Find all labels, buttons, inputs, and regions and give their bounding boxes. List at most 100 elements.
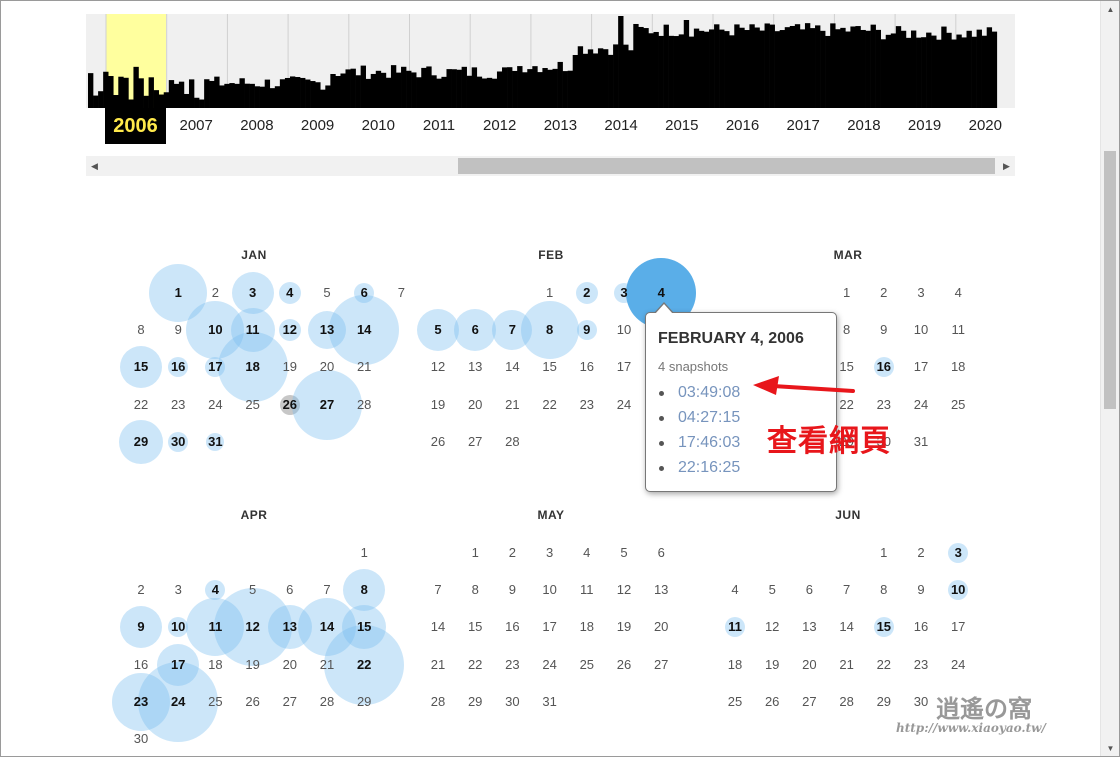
year-label-partial[interactable]: 5: [86, 108, 95, 144]
day-with-snapshot[interactable]: 11: [234, 320, 271, 340]
snapshot-link[interactable]: 22:16:25: [678, 459, 740, 476]
day-with-snapshot[interactable]: 2: [568, 283, 605, 303]
year-2011[interactable]: 2011: [409, 108, 470, 144]
capture-bar: [173, 83, 180, 108]
day-with-snapshot[interactable]: 8: [346, 580, 383, 600]
timeline-scrollbar[interactable]: ◀ ▶: [86, 156, 1015, 176]
year-2006[interactable]: 2006: [105, 108, 166, 144]
day-with-snapshot[interactable]: 11: [717, 617, 754, 637]
day-cell: 30: [505, 693, 520, 709]
day-with-snapshot[interactable]: 4: [271, 283, 308, 303]
day-with-snapshot[interactable]: 11: [197, 617, 234, 637]
snapshot-link[interactable]: 04:27:15: [678, 409, 740, 426]
day-with-snapshot[interactable]: 12: [234, 617, 271, 637]
capture-bar: [971, 36, 977, 108]
day-with-snapshot[interactable]: 22: [346, 655, 383, 675]
capture-bar: [572, 54, 579, 108]
snapshot-link[interactable]: 03:49:08: [678, 384, 740, 401]
capture-bar: [587, 49, 594, 108]
year-2009[interactable]: 2009: [287, 108, 348, 144]
day-with-snapshot[interactable]: 26: [271, 395, 308, 415]
day-with-snapshot[interactable]: 16: [865, 357, 902, 377]
capture-bar: [900, 30, 907, 108]
day-with-snapshot[interactable]: 5: [420, 320, 457, 340]
day-with-snapshot[interactable]: 30: [160, 432, 197, 452]
day-with-snapshot[interactable]: 6: [457, 320, 494, 340]
day-with-snapshot[interactable]: 1: [160, 283, 197, 303]
day-with-snapshot[interactable]: 14: [309, 617, 346, 637]
day-with-snapshot[interactable]: 10: [160, 617, 197, 637]
year-2008[interactable]: 2008: [226, 108, 287, 144]
day-with-snapshot[interactable]: 10: [940, 580, 977, 600]
day-with-snapshot[interactable]: 23: [123, 692, 160, 712]
scroll-left-arrow-icon[interactable]: ◀: [86, 156, 103, 176]
year-2020[interactable]: 2020: [955, 108, 1015, 144]
capture-bar: [133, 66, 139, 108]
day-with-snapshot[interactable]: 16: [160, 357, 197, 377]
capture-bar: [380, 72, 387, 108]
day-with-snapshot[interactable]: 15: [123, 357, 160, 377]
day-with-snapshot[interactable]: 17: [197, 357, 234, 377]
day-with-snapshot[interactable]: 10: [197, 320, 234, 340]
capture-bar: [698, 30, 705, 108]
bullet-icon: [659, 466, 664, 471]
day-cell: 28: [319, 693, 335, 709]
annotation-text: 查看網頁: [767, 425, 891, 458]
day-with-snapshot[interactable]: 31: [197, 432, 234, 452]
day-with-snapshot[interactable]: 12: [271, 320, 308, 340]
day-cell: 22: [467, 656, 483, 672]
year-2018[interactable]: 2018: [833, 108, 894, 144]
year-2014[interactable]: 2014: [591, 108, 652, 144]
scroll-right-arrow-icon[interactable]: ▶: [998, 156, 1015, 176]
scroll-down-arrow-icon[interactable]: ▼: [1101, 740, 1119, 756]
capture-histogram[interactable]: [86, 14, 1015, 108]
day-with-snapshot[interactable]: 13: [309, 320, 346, 340]
page-scrollbar-thumb[interactable]: [1104, 151, 1116, 409]
year-2015[interactable]: 2015: [651, 108, 712, 144]
day-with-snapshot[interactable]: 9: [568, 320, 605, 340]
day-with-snapshot[interactable]: 9: [123, 617, 160, 637]
bullet-icon: [659, 441, 664, 446]
year-2012[interactable]: 2012: [469, 108, 530, 144]
day-with-snapshot[interactable]: 3: [234, 283, 271, 303]
timeline-scrollbar-thumb[interactable]: [458, 158, 995, 174]
day-with-snapshot[interactable]: 15: [346, 617, 383, 637]
year-2007[interactable]: 2007: [166, 108, 227, 144]
day-cell: 27: [467, 433, 483, 449]
day-with-snapshot[interactable]: 6: [346, 283, 383, 303]
day-with-snapshot[interactable]: 27: [309, 395, 346, 415]
year-2017[interactable]: 2017: [773, 108, 834, 144]
day-with-snapshot[interactable]: 3: [940, 543, 977, 563]
page-scrollbar[interactable]: ▲ ▼: [1100, 1, 1119, 756]
day-with-snapshot[interactable]: 15: [865, 617, 902, 637]
day-with-snapshot[interactable]: 13: [271, 617, 308, 637]
day-with-snapshot[interactable]: 29: [123, 432, 160, 452]
capture-bar: [764, 23, 770, 108]
day-cell: 28: [430, 693, 446, 709]
capture-bar: [436, 78, 442, 108]
capture-bar: [259, 86, 266, 108]
day-with-snapshot[interactable]: 4: [197, 580, 234, 600]
capture-bar: [148, 77, 154, 108]
day-with-snapshot[interactable]: 7: [494, 320, 531, 340]
scroll-up-arrow-icon[interactable]: ▲: [1101, 1, 1119, 19]
capture-bar: [527, 69, 533, 108]
day-cell: 15: [542, 359, 557, 375]
day-with-snapshot[interactable]: 18: [234, 357, 271, 377]
day-with-snapshot[interactable]: 8: [531, 320, 568, 340]
year-2013[interactable]: 2013: [530, 108, 591, 144]
day-with-snapshot[interactable]: 4: [643, 283, 680, 303]
capture-bar: [512, 70, 518, 108]
day-cell: 28: [356, 396, 372, 412]
year-2019[interactable]: 2019: [894, 108, 955, 144]
snapshot-link[interactable]: 17:46:03: [678, 434, 740, 451]
day-with-snapshot[interactable]: 17: [160, 655, 197, 675]
day-with-snapshot[interactable]: 3: [606, 283, 643, 303]
year-2010[interactable]: 2010: [348, 108, 409, 144]
year-2016[interactable]: 2016: [712, 108, 773, 144]
capture-bar: [618, 16, 624, 108]
day-with-snapshot[interactable]: 14: [346, 320, 383, 340]
capture-bar: [799, 29, 806, 108]
day-with-snapshot[interactable]: 24: [160, 692, 197, 712]
day-grid: 1234567891011121314151617181920212223242…: [112, 545, 405, 746]
